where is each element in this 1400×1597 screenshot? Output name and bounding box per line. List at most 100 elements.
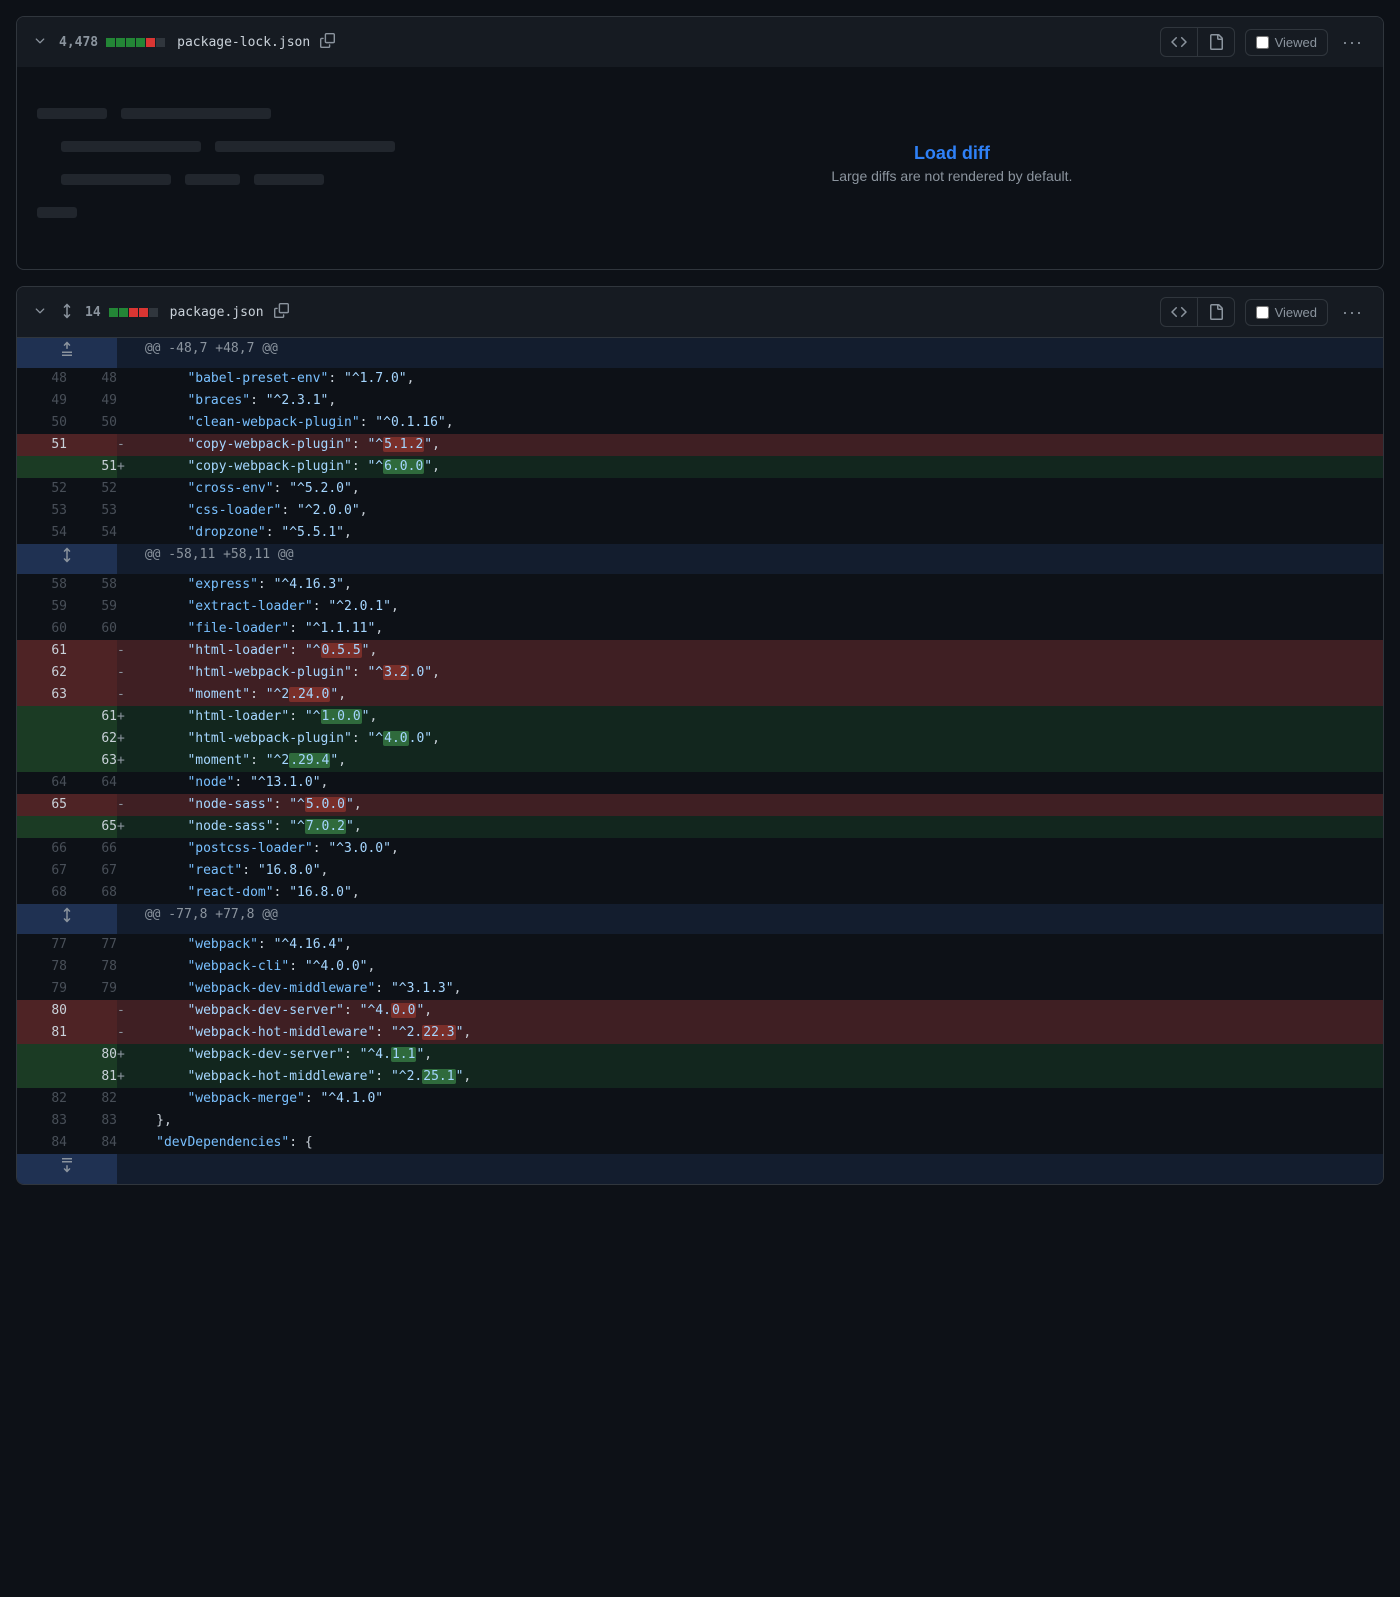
diff-marker: - (117, 640, 125, 662)
diff-line: 6060 "file-loader": "^1.1.11", (17, 618, 1383, 640)
line-number-new[interactable]: 80 (67, 1044, 117, 1066)
line-number-new[interactable] (67, 1000, 117, 1022)
code-content: "express": "^4.16.3", (125, 574, 1383, 596)
line-number-old[interactable]: 79 (17, 978, 67, 1000)
expand-hunk-button[interactable] (17, 544, 117, 574)
line-number-new[interactable]: 49 (67, 390, 117, 412)
line-number-new[interactable]: 53 (67, 500, 117, 522)
line-number-old[interactable]: 81 (17, 1022, 67, 1044)
source-view-button[interactable] (1161, 298, 1198, 326)
line-number-new[interactable]: 77 (67, 934, 117, 956)
copy-path-icon[interactable] (320, 33, 335, 51)
line-number-new[interactable] (67, 1022, 117, 1044)
kebab-menu-icon[interactable]: ··· (1338, 298, 1367, 327)
line-number-new[interactable] (67, 684, 117, 706)
line-number-old[interactable]: 66 (17, 838, 67, 860)
line-number-new[interactable]: 59 (67, 596, 117, 618)
line-number-old[interactable]: 51 (17, 434, 67, 456)
line-number-old[interactable]: 59 (17, 596, 67, 618)
filename[interactable]: package-lock.json (177, 35, 310, 50)
expand-hunk-button[interactable] (17, 904, 117, 934)
viewed-checkbox-input[interactable] (1256, 36, 1269, 49)
line-number-new[interactable]: 62 (67, 728, 117, 750)
line-number-old[interactable]: 60 (17, 618, 67, 640)
line-number-new[interactable]: 52 (67, 478, 117, 500)
viewed-checkbox[interactable]: Viewed (1245, 299, 1328, 326)
diff-marker (117, 860, 125, 882)
hunk-header-text: @@ -48,7 +48,7 @@ (125, 338, 1383, 368)
viewed-checkbox[interactable]: Viewed (1245, 29, 1328, 56)
line-number-old[interactable]: 78 (17, 956, 67, 978)
line-number-new[interactable]: 79 (67, 978, 117, 1000)
kebab-menu-icon[interactable]: ··· (1338, 28, 1367, 57)
code-content: }, (125, 1110, 1383, 1132)
line-number-old[interactable]: 63 (17, 684, 67, 706)
line-number-new[interactable]: 58 (67, 574, 117, 596)
line-number-old[interactable]: 84 (17, 1132, 67, 1154)
line-number-new[interactable]: 65 (67, 816, 117, 838)
line-number-new[interactable]: 51 (67, 456, 117, 478)
line-number-old[interactable]: 80 (17, 1000, 67, 1022)
hunk-header: @@ -58,11 +58,11 @@ (17, 544, 1383, 574)
line-number-old[interactable]: 67 (17, 860, 67, 882)
line-number-old[interactable] (17, 706, 67, 728)
line-number-old[interactable]: 77 (17, 934, 67, 956)
rendered-view-button[interactable] (1198, 298, 1234, 326)
code-content: "extract-loader": "^2.0.1", (125, 596, 1383, 618)
line-number-new[interactable]: 68 (67, 882, 117, 904)
line-number-new[interactable]: 67 (67, 860, 117, 882)
line-number-new[interactable]: 82 (67, 1088, 117, 1110)
line-number-old[interactable]: 53 (17, 500, 67, 522)
line-number-old[interactable]: 82 (17, 1088, 67, 1110)
line-number-old[interactable] (17, 728, 67, 750)
line-number-new[interactable] (67, 794, 117, 816)
line-number-old[interactable] (17, 1066, 67, 1088)
line-number-new[interactable]: 50 (67, 412, 117, 434)
filename[interactable]: package.json (170, 305, 264, 320)
line-number-old[interactable]: 68 (17, 882, 67, 904)
line-number-new[interactable]: 66 (67, 838, 117, 860)
line-number-old[interactable]: 83 (17, 1110, 67, 1132)
line-number-old[interactable] (17, 456, 67, 478)
line-number-old[interactable]: 58 (17, 574, 67, 596)
expand-hunk-button[interactable] (17, 338, 117, 368)
expand-hunk-button[interactable] (17, 1154, 117, 1184)
diff-marker (117, 978, 125, 1000)
expand-all-icon[interactable] (59, 303, 75, 322)
line-number-new[interactable]: 83 (67, 1110, 117, 1132)
chevron-down-icon[interactable] (33, 304, 47, 321)
hunk-header: @@ -77,8 +77,8 @@ (17, 904, 1383, 934)
line-number-old[interactable]: 49 (17, 390, 67, 412)
line-number-new[interactable]: 63 (67, 750, 117, 772)
rendered-view-button[interactable] (1198, 28, 1234, 56)
line-number-old[interactable]: 48 (17, 368, 67, 390)
line-number-old[interactable]: 52 (17, 478, 67, 500)
line-number-new[interactable]: 78 (67, 956, 117, 978)
line-number-new[interactable] (67, 640, 117, 662)
line-number-new[interactable] (67, 662, 117, 684)
line-number-old[interactable]: 50 (17, 412, 67, 434)
line-number-new[interactable]: 64 (67, 772, 117, 794)
line-number-old[interactable] (17, 750, 67, 772)
source-view-button[interactable] (1161, 28, 1198, 56)
line-number-new[interactable] (67, 434, 117, 456)
line-number-old[interactable] (17, 1044, 67, 1066)
line-number-new[interactable]: 60 (67, 618, 117, 640)
line-number-new[interactable]: 54 (67, 522, 117, 544)
line-number-new[interactable]: 81 (67, 1066, 117, 1088)
line-number-old[interactable] (17, 816, 67, 838)
line-number-new[interactable]: 61 (67, 706, 117, 728)
chevron-down-icon[interactable] (33, 34, 47, 51)
line-number-old[interactable]: 64 (17, 772, 67, 794)
viewed-checkbox-input[interactable] (1256, 306, 1269, 319)
line-number-old[interactable]: 65 (17, 794, 67, 816)
line-number-new[interactable]: 48 (67, 368, 117, 390)
line-number-old[interactable]: 61 (17, 640, 67, 662)
copy-path-icon[interactable] (274, 303, 289, 321)
load-diff-link[interactable]: Load diff (914, 143, 990, 164)
line-number-old[interactable]: 62 (17, 662, 67, 684)
code-content: "moment": "^2.29.4", (125, 750, 1383, 772)
line-number-new[interactable]: 84 (67, 1132, 117, 1154)
diff-table: @@ -48,7 +48,7 @@4848 "babel-preset-env"… (17, 338, 1383, 1184)
line-number-old[interactable]: 54 (17, 522, 67, 544)
